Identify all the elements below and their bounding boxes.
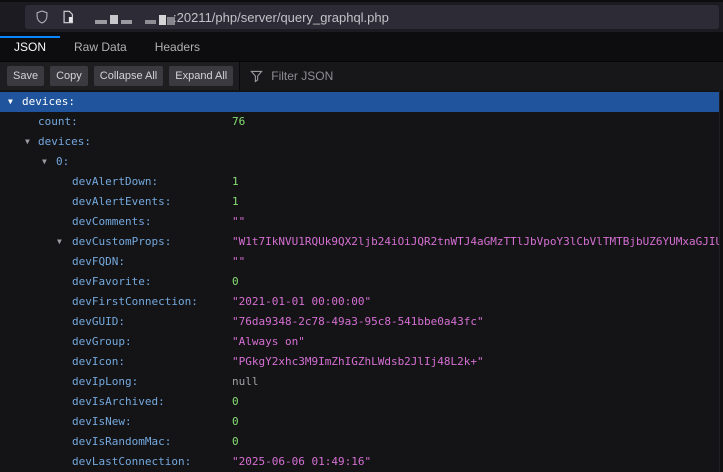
json-key: devAlertDown:: [72, 172, 158, 192]
json-value: 1: [232, 192, 719, 212]
json-key: devIsRandomMac:: [72, 432, 171, 452]
url-bar[interactable]: :20211/php/server/query_graphql.php: [25, 5, 719, 29]
json-key: devGroup:: [72, 332, 132, 352]
json-key: devComments:: [72, 212, 151, 232]
scrollbar-track[interactable]: [719, 90, 723, 472]
json-value: 76: [232, 112, 719, 132]
json-row[interactable]: ▼ devices:: [0, 132, 719, 152]
filter-box: [240, 62, 723, 90]
tab-headers[interactable]: Headers: [141, 32, 214, 61]
json-value: "Always on": [232, 332, 719, 352]
filter-json-input[interactable]: [271, 69, 571, 83]
json-key: devFQDN:: [72, 252, 125, 272]
json-key: devAlertEvents:: [72, 192, 171, 212]
url-text: :20211/php/server/query_graphql.php: [173, 5, 389, 29]
json-row[interactable]: ▼ devFavorite: 0: [0, 272, 719, 292]
json-value: "2025-06-06 01:49:16": [232, 452, 719, 472]
save-button[interactable]: Save: [7, 66, 44, 86]
json-row[interactable]: ▼ devLastConnection: "2025-06-06 01:49:1…: [0, 452, 719, 472]
json-key: devIcon:: [72, 352, 125, 372]
json-row[interactable]: ▼ devIcon: "PGkgY2xhc3M9ImZhIGZhLWdsb2Jl…: [0, 352, 719, 372]
json-row[interactable]: ▼ devFirstConnection: "2021-01-01 00:00:…: [0, 292, 719, 312]
json-key: 0:: [56, 152, 69, 172]
json-key: devices:: [22, 92, 75, 112]
json-key: devFirstConnection:: [72, 292, 198, 312]
page-icon[interactable]: [61, 9, 75, 25]
json-row[interactable]: ▼ devIsNew: 0: [0, 412, 719, 432]
expander-arrow-icon[interactable]: ▼: [8, 92, 13, 112]
json-row[interactable]: ▼ devices:: [0, 92, 719, 112]
json-key: devIpLong:: [72, 372, 138, 392]
json-row[interactable]: ▼ devComments: "": [0, 212, 719, 232]
expand-all-button[interactable]: Expand All: [169, 66, 233, 86]
json-key: devices:: [38, 132, 91, 152]
viewer-tab-bar: JSON Raw Data Headers: [0, 32, 723, 61]
json-value: null: [232, 372, 719, 392]
json-row[interactable]: ▼ devIsArchived: 0: [0, 392, 719, 412]
json-key: count:: [38, 112, 78, 132]
json-value: 0: [232, 272, 719, 292]
json-value: "": [232, 252, 719, 272]
json-value: "PGkgY2xhc3M9ImZhIGZhLWdsb2JlIj48L2k+": [232, 352, 719, 372]
expander-arrow-icon[interactable]: ▼: [57, 232, 62, 252]
json-row[interactable]: ▼ devAlertDown: 1: [0, 172, 719, 192]
json-row[interactable]: ▼ devAlertEvents: 1: [0, 192, 719, 212]
json-row[interactable]: ▼ devGroup: "Always on": [0, 332, 719, 352]
json-key: devGUID:: [72, 312, 125, 332]
shield-icon[interactable]: [35, 9, 49, 25]
json-tree: ▼ devices: ▼ count: 76 ▼ devices: ▼ 0: ▼…: [0, 90, 719, 472]
json-row[interactable]: ▼ devGUID: "76da9348-2c78-49a3-95c8-541b…: [0, 312, 719, 332]
json-value: 0: [232, 392, 719, 412]
json-value: 1: [232, 172, 719, 192]
json-value: "76da9348-2c78-49a3-95c8-541bbe0a43fc": [232, 312, 719, 332]
json-value: "2021-01-01 00:00:00": [232, 292, 719, 312]
json-row[interactable]: ▼ devCustomProps: "W1t7IkNVU1RQUk9QX2ljb…: [0, 232, 719, 252]
funnel-icon: [250, 70, 263, 83]
tab-raw-data[interactable]: Raw Data: [60, 32, 141, 61]
expander-arrow-icon[interactable]: ▼: [25, 132, 30, 152]
json-key: devIsNew:: [72, 412, 132, 432]
json-key: devFavorite:: [72, 272, 151, 292]
json-row[interactable]: ▼ devFQDN: "": [0, 252, 719, 272]
json-key: devCustomProps:: [72, 232, 171, 252]
expander-arrow-icon[interactable]: ▼: [42, 152, 47, 172]
collapse-all-button[interactable]: Collapse All: [94, 66, 163, 86]
json-value: 0: [232, 432, 719, 452]
json-value: "W1t7IkNVU1RQUk9QX2ljb24iOiJQR2tnWTJ4aGM…: [232, 232, 719, 252]
json-row[interactable]: ▼ count: 76: [0, 112, 719, 132]
json-value: 0: [232, 412, 719, 432]
toolbar-button-group: Save Copy Collapse All Expand All: [0, 62, 239, 90]
json-row[interactable]: ▼ 0:: [0, 152, 719, 172]
json-value: "": [232, 212, 719, 232]
json-row[interactable]: ▼ devIpLong: null: [0, 372, 719, 392]
json-row[interactable]: ▼ devIsRandomMac: 0: [0, 432, 719, 452]
browser-navbar: :20211/php/server/query_graphql.php: [0, 0, 723, 32]
json-key: devIsArchived:: [72, 392, 165, 412]
tab-json[interactable]: JSON: [0, 32, 60, 61]
json-key: devLastConnection:: [72, 452, 191, 472]
copy-button[interactable]: Copy: [50, 66, 88, 86]
viewer-toolbar: Save Copy Collapse All Expand All: [0, 61, 723, 90]
